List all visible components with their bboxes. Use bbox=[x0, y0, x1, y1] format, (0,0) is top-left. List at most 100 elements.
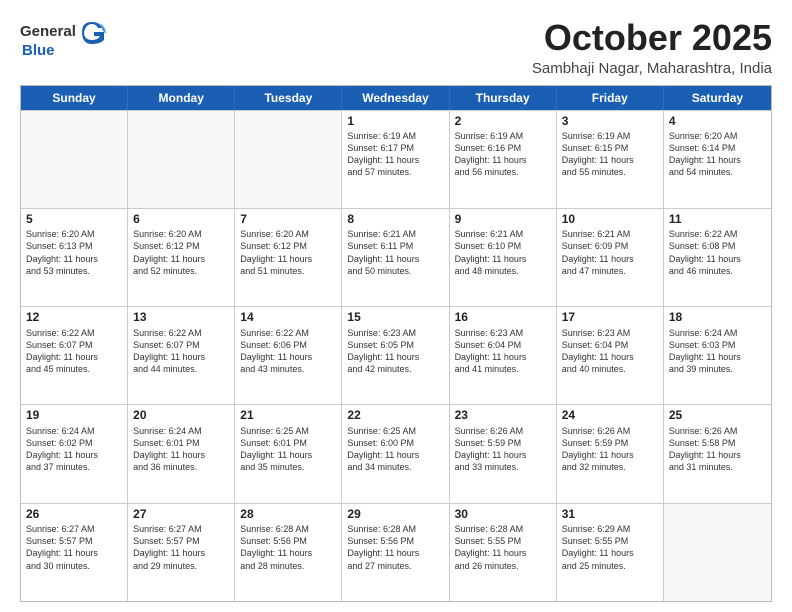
day-number: 26 bbox=[26, 507, 122, 521]
cell-info: Sunrise: 6:20 AM Sunset: 6:12 PM Dayligh… bbox=[240, 228, 336, 277]
cell-info: Sunrise: 6:21 AM Sunset: 6:11 PM Dayligh… bbox=[347, 228, 443, 277]
day-number: 28 bbox=[240, 507, 336, 521]
day-number: 13 bbox=[133, 310, 229, 324]
cell-info: Sunrise: 6:22 AM Sunset: 6:06 PM Dayligh… bbox=[240, 327, 336, 376]
cell-info: Sunrise: 6:27 AM Sunset: 5:57 PM Dayligh… bbox=[26, 523, 122, 572]
table-row: 9 Sunrise: 6:21 AM Sunset: 6:10 PM Daylig… bbox=[450, 209, 557, 306]
cell-info: Sunrise: 6:26 AM Sunset: 5:59 PM Dayligh… bbox=[455, 425, 551, 474]
day-number: 31 bbox=[562, 507, 658, 521]
table-row: 5 Sunrise: 6:20 AM Sunset: 6:13 PM Daylig… bbox=[21, 209, 128, 306]
calendar: Sunday Monday Tuesday Wednesday Thursday… bbox=[20, 85, 772, 602]
table-row: 6Sunrise: 6:20 AM Sunset: 6:12 PM Daylig… bbox=[128, 209, 235, 306]
cell-info: Sunrise: 6:28 AM Sunset: 5:55 PM Dayligh… bbox=[455, 523, 551, 572]
table-row: 18 Sunrise: 6:24 AM Sunset: 6:03 PM Dayli… bbox=[664, 307, 771, 404]
dow-friday: Friday bbox=[557, 86, 664, 110]
day-number: 30 bbox=[455, 507, 551, 521]
table-row bbox=[21, 111, 128, 208]
table-row: 14 Sunrise: 6:22 AM Sunset: 6:06 PM Dayli… bbox=[235, 307, 342, 404]
logo-icon bbox=[78, 18, 106, 46]
table-row: 20 Sunrise: 6:24 AM Sunset: 6:01 PM Dayli… bbox=[128, 405, 235, 502]
week-row-4: 19Sunrise: 6:24 AM Sunset: 6:02 PM Dayli… bbox=[21, 404, 771, 502]
day-number: 10 bbox=[562, 212, 658, 226]
table-row: 23 Sunrise: 6:26 AM Sunset: 5:59 PM Dayli… bbox=[450, 405, 557, 502]
logo: General Blue bbox=[20, 18, 106, 60]
table-row: 28 Sunrise: 6:28 AM Sunset: 5:56 PM Dayli… bbox=[235, 504, 342, 601]
dow-tuesday: Tuesday bbox=[235, 86, 342, 110]
table-row: 4 Sunrise: 6:20 AM Sunset: 6:14 PM Daylig… bbox=[664, 111, 771, 208]
cell-info: Sunrise: 6:20 AM Sunset: 6:13 PM Dayligh… bbox=[26, 228, 122, 277]
cell-info: Sunrise: 6:27 AM Sunset: 5:57 PM Dayligh… bbox=[133, 523, 229, 572]
table-row: 3 Sunrise: 6:19 AM Sunset: 6:15 PM Daylig… bbox=[557, 111, 664, 208]
cell-info: Sunrise: 6:24 AM Sunset: 6:03 PM Dayligh… bbox=[669, 327, 766, 376]
day-number: 5 bbox=[26, 212, 122, 226]
day-number: 21 bbox=[240, 408, 336, 422]
table-row: 19Sunrise: 6:24 AM Sunset: 6:02 PM Dayli… bbox=[21, 405, 128, 502]
cell-info: Sunrise: 6:21 AM Sunset: 6:09 PM Dayligh… bbox=[562, 228, 658, 277]
day-number: 14 bbox=[240, 310, 336, 324]
day-number: 27 bbox=[133, 507, 229, 521]
cell-info: Sunrise: 6:24 AM Sunset: 6:01 PM Dayligh… bbox=[133, 425, 229, 474]
calendar-body: 1 Sunrise: 6:19 AM Sunset: 6:17 PM Daylig… bbox=[21, 110, 771, 601]
day-number: 4 bbox=[669, 114, 766, 128]
day-number: 29 bbox=[347, 507, 443, 521]
table-row: 22 Sunrise: 6:25 AM Sunset: 6:00 PM Dayli… bbox=[342, 405, 449, 502]
dow-wednesday: Wednesday bbox=[342, 86, 449, 110]
day-number: 12 bbox=[26, 310, 122, 324]
cell-info: Sunrise: 6:19 AM Sunset: 6:15 PM Dayligh… bbox=[562, 130, 658, 179]
logo-blue-text: Blue bbox=[22, 42, 55, 60]
day-number: 11 bbox=[669, 212, 766, 226]
cell-info: Sunrise: 6:21 AM Sunset: 6:10 PM Dayligh… bbox=[455, 228, 551, 277]
day-number: 17 bbox=[562, 310, 658, 324]
table-row: 2Sunrise: 6:19 AM Sunset: 6:16 PM Daylig… bbox=[450, 111, 557, 208]
logo-general-text: General bbox=[20, 23, 76, 41]
week-row-5: 26 Sunrise: 6:27 AM Sunset: 5:57 PM Dayli… bbox=[21, 503, 771, 601]
table-row: 11 Sunrise: 6:22 AM Sunset: 6:08 PM Dayli… bbox=[664, 209, 771, 306]
cell-info: Sunrise: 6:23 AM Sunset: 6:05 PM Dayligh… bbox=[347, 327, 443, 376]
cell-info: Sunrise: 6:23 AM Sunset: 6:04 PM Dayligh… bbox=[455, 327, 551, 376]
day-number: 3 bbox=[562, 114, 658, 128]
day-number: 8 bbox=[347, 212, 443, 226]
cell-info: Sunrise: 6:19 AM Sunset: 6:17 PM Dayligh… bbox=[347, 130, 443, 179]
cell-info: Sunrise: 6:22 AM Sunset: 6:07 PM Dayligh… bbox=[133, 327, 229, 376]
table-row: 29 Sunrise: 6:28 AM Sunset: 5:56 PM Dayli… bbox=[342, 504, 449, 601]
cell-info: Sunrise: 6:20 AM Sunset: 6:12 PM Dayligh… bbox=[133, 228, 229, 277]
day-number: 24 bbox=[562, 408, 658, 422]
day-number: 20 bbox=[133, 408, 229, 422]
day-number: 18 bbox=[669, 310, 766, 324]
table-row: 7Sunrise: 6:20 AM Sunset: 6:12 PM Daylig… bbox=[235, 209, 342, 306]
title-block: October 2025 Sambhaji Nagar, Maharashtra… bbox=[532, 18, 772, 77]
cell-info: Sunrise: 6:25 AM Sunset: 6:00 PM Dayligh… bbox=[347, 425, 443, 474]
week-row-3: 12 Sunrise: 6:22 AM Sunset: 6:07 PM Dayli… bbox=[21, 306, 771, 404]
day-number: 9 bbox=[455, 212, 551, 226]
cell-info: Sunrise: 6:20 AM Sunset: 6:14 PM Dayligh… bbox=[669, 130, 766, 179]
cell-info: Sunrise: 6:22 AM Sunset: 6:07 PM Dayligh… bbox=[26, 327, 122, 376]
table-row: 25 Sunrise: 6:26 AM Sunset: 5:58 PM Dayli… bbox=[664, 405, 771, 502]
table-row: 15Sunrise: 6:23 AM Sunset: 6:05 PM Dayli… bbox=[342, 307, 449, 404]
dow-monday: Monday bbox=[128, 86, 235, 110]
table-row bbox=[235, 111, 342, 208]
table-row bbox=[128, 111, 235, 208]
day-number: 1 bbox=[347, 114, 443, 128]
day-number: 16 bbox=[455, 310, 551, 324]
day-number: 23 bbox=[455, 408, 551, 422]
dow-saturday: Saturday bbox=[664, 86, 771, 110]
cell-info: Sunrise: 6:26 AM Sunset: 5:58 PM Dayligh… bbox=[669, 425, 766, 474]
day-number: 22 bbox=[347, 408, 443, 422]
table-row: 12 Sunrise: 6:22 AM Sunset: 6:07 PM Dayli… bbox=[21, 307, 128, 404]
day-number: 25 bbox=[669, 408, 766, 422]
table-row: 27 Sunrise: 6:27 AM Sunset: 5:57 PM Dayli… bbox=[128, 504, 235, 601]
calendar-header: Sunday Monday Tuesday Wednesday Thursday… bbox=[21, 86, 771, 110]
day-number: 2 bbox=[455, 114, 551, 128]
cell-info: Sunrise: 6:22 AM Sunset: 6:08 PM Dayligh… bbox=[669, 228, 766, 277]
cell-info: Sunrise: 6:28 AM Sunset: 5:56 PM Dayligh… bbox=[240, 523, 336, 572]
cell-info: Sunrise: 6:28 AM Sunset: 5:56 PM Dayligh… bbox=[347, 523, 443, 572]
calendar-page: General Blue October 2025 Sambhaji Nagar… bbox=[0, 0, 792, 612]
table-row: 21Sunrise: 6:25 AM Sunset: 6:01 PM Dayli… bbox=[235, 405, 342, 502]
table-row bbox=[664, 504, 771, 601]
table-row: 10 Sunrise: 6:21 AM Sunset: 6:09 PM Dayli… bbox=[557, 209, 664, 306]
week-row-2: 5 Sunrise: 6:20 AM Sunset: 6:13 PM Daylig… bbox=[21, 208, 771, 306]
table-row: 17Sunrise: 6:23 AM Sunset: 6:04 PM Dayli… bbox=[557, 307, 664, 404]
dow-thursday: Thursday bbox=[450, 86, 557, 110]
cell-info: Sunrise: 6:24 AM Sunset: 6:02 PM Dayligh… bbox=[26, 425, 122, 474]
table-row: 24Sunrise: 6:26 AM Sunset: 5:59 PM Dayli… bbox=[557, 405, 664, 502]
